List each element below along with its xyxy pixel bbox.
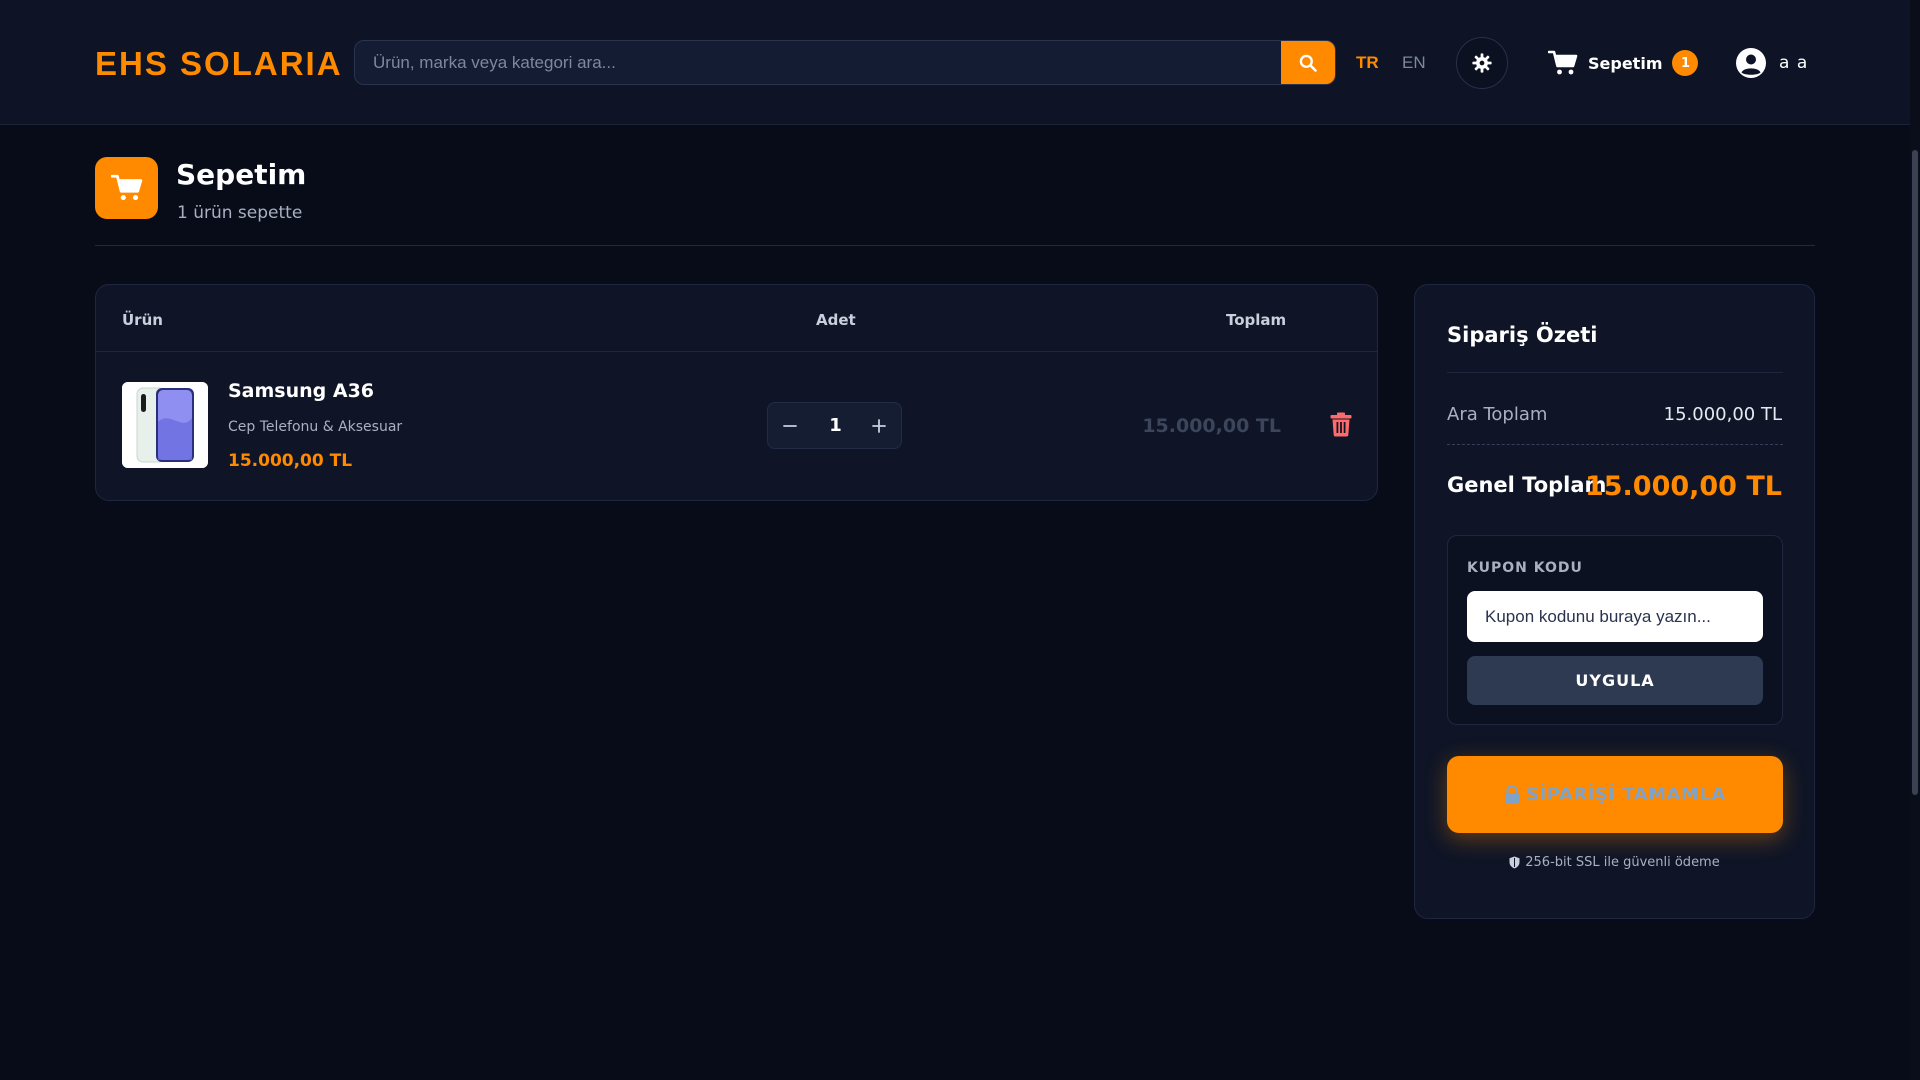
scrollbar-thumb[interactable] xyxy=(1912,150,1918,795)
trash-icon xyxy=(1330,412,1352,437)
divider xyxy=(1447,372,1783,373)
ssl-note-text: 256-bit SSL ile güvenli ödeme xyxy=(1525,855,1720,870)
lang-en-button[interactable]: EN xyxy=(1402,53,1426,73)
divider xyxy=(95,245,1815,246)
complete-order-label: SİPARİŞİ TAMAMLA xyxy=(1526,784,1726,805)
shield-icon xyxy=(1509,856,1520,869)
decrease-quantity-button[interactable] xyxy=(770,403,810,448)
cart-count-badge: 1 xyxy=(1672,50,1699,76)
divider xyxy=(1447,444,1783,445)
increase-quantity-button[interactable] xyxy=(859,403,899,448)
order-summary-panel: Sipariş Özeti Ara Toplam 15.000,00 TL Ge… xyxy=(1414,284,1815,919)
page-cart-icon-badge xyxy=(95,157,158,219)
grand-total-label: Genel Toplam xyxy=(1447,473,1607,497)
lang-tr-button[interactable]: TR xyxy=(1356,53,1379,73)
quantity-stepper: 1 xyxy=(767,402,902,449)
column-header-product: Ürün xyxy=(122,311,163,329)
user-icon xyxy=(1736,48,1766,78)
brand-logo[interactable]: EHS SOLARIA xyxy=(95,45,343,83)
remove-item-button[interactable] xyxy=(1330,412,1354,438)
quantity-value[interactable]: 1 xyxy=(813,403,858,448)
product-image[interactable] xyxy=(122,382,208,468)
apply-coupon-button[interactable]: UYGULA xyxy=(1467,656,1763,705)
user-name: a a xyxy=(1779,53,1809,73)
minus-icon xyxy=(783,424,797,427)
product-name[interactable]: Samsung A36 xyxy=(228,380,374,402)
search-input[interactable] xyxy=(355,41,1283,84)
header-cart-label: Sepetim xyxy=(1588,53,1663,73)
phone-image xyxy=(122,382,208,468)
divider xyxy=(96,351,1377,352)
product-category: Cep Telefonu & Aksesuar xyxy=(228,419,403,435)
page-title: Sepetim xyxy=(176,158,307,191)
column-header-total: Toplam xyxy=(1226,311,1287,329)
page-subtitle: 1 ürün sepette xyxy=(177,203,303,223)
plus-icon xyxy=(872,418,886,433)
lock-icon xyxy=(1504,785,1520,804)
subtotal-value: 15.000,00 TL xyxy=(1663,404,1782,425)
cart-icon xyxy=(1548,50,1578,75)
cart-table: Ürün Adet Toplam Samsung A36 Cep Telefon… xyxy=(95,284,1378,501)
cart-icon xyxy=(110,174,142,201)
grand-total-value: 15.000,00 TL xyxy=(1584,471,1782,502)
theme-toggle-button[interactable] xyxy=(1456,37,1508,89)
row-total: 15.000,00 TL xyxy=(1142,415,1281,437)
search-icon xyxy=(1299,54,1317,72)
subtotal-label: Ara Toplam xyxy=(1447,404,1548,425)
product-unit-price: 15.000,00 TL xyxy=(228,451,353,471)
search-bar xyxy=(354,40,1336,85)
header-cart-link[interactable]: Sepetim 1 xyxy=(1548,48,1699,78)
page-scrollbar[interactable] xyxy=(1910,0,1920,1080)
search-button[interactable] xyxy=(1281,41,1335,84)
coupon-section: KUPON KODU UYGULA xyxy=(1447,535,1783,725)
top-navbar: EHS SOLARIA TR EN xyxy=(0,0,1910,125)
coupon-input[interactable] xyxy=(1467,591,1763,642)
column-header-quantity: Adet xyxy=(816,311,856,329)
gear-icon xyxy=(1472,53,1492,73)
coupon-label: KUPON KODU xyxy=(1467,560,1583,576)
user-menu[interactable]: a a xyxy=(1735,47,1808,79)
ssl-note: 256-bit SSL ile güvenli ödeme xyxy=(1415,855,1814,870)
complete-order-button[interactable]: SİPARİŞİ TAMAMLA xyxy=(1447,756,1783,833)
summary-title: Sipariş Özeti xyxy=(1447,323,1598,347)
